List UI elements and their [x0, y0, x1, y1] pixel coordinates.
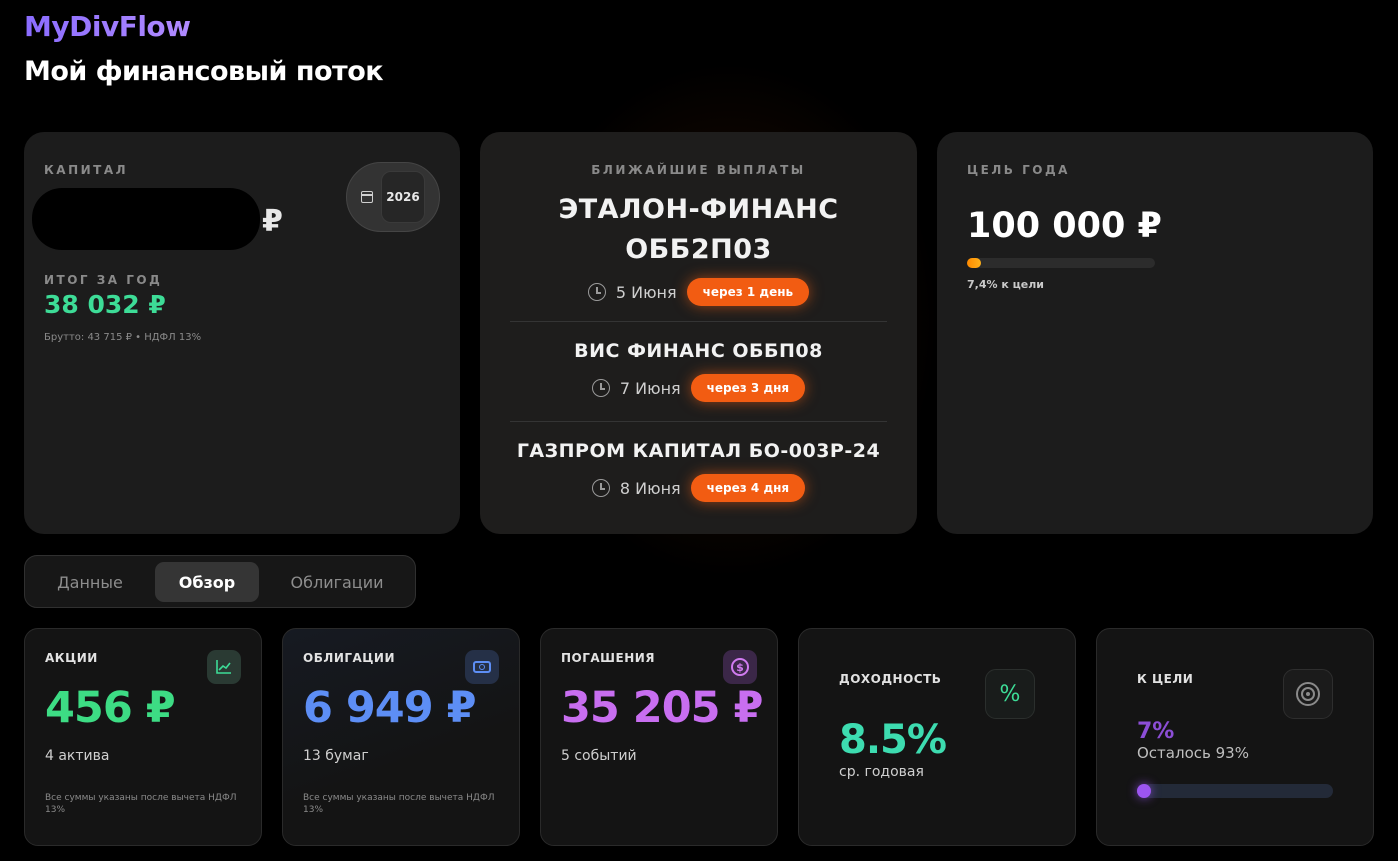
- bonds-card: ОБЛИГАЦИИ 6 949 ₽ 13 бумаг Все суммы ука…: [282, 628, 520, 846]
- to-goal-percent: 7%: [1137, 719, 1175, 744]
- tax-note: Все суммы указаны после вычета НДФЛ 13%: [45, 793, 237, 816]
- payout-divider: [510, 421, 887, 422]
- payout-divider: [510, 321, 887, 322]
- year-summary-note: Брутто: 43 715 ₽ • НДФЛ 13%: [44, 332, 202, 343]
- to-goal-progress-bar: [1137, 784, 1333, 798]
- redemptions-title: ПОГАШЕНИЯ: [561, 651, 656, 665]
- percent-icon: %: [985, 669, 1035, 719]
- stocks-title: АКЦИИ: [45, 651, 98, 665]
- stocks-card: АКЦИИ 456 ₽ 4 актива Все суммы указаны п…: [24, 628, 262, 846]
- redemptions-sub: 5 событий: [561, 748, 637, 764]
- payouts-label: БЛИЖАЙШИЕ ВЫПЛАТЫ: [591, 163, 806, 177]
- year-summary-label: ИТОГ ЗА ГОД: [44, 273, 163, 287]
- page-title: Мой финансовый поток: [24, 56, 384, 87]
- capital-currency: ₽: [262, 204, 283, 239]
- to-goal-progress-fill: [1137, 784, 1151, 798]
- year-value[interactable]: 2026: [381, 171, 425, 223]
- goal-label: ЦЕЛЬ ГОДА: [967, 163, 1070, 177]
- payout-badge: через 4 дня: [690, 474, 806, 502]
- capital-value-redacted: [32, 188, 260, 250]
- capital-label: КАПИТАЛ: [44, 163, 129, 177]
- payout-date: 7 Июня: [619, 378, 681, 398]
- payout-name: ГАЗПРОМ КАПИТАЛ БО-003Р-24: [516, 440, 881, 462]
- capital-card: КАПИТАЛ ₽ 2026 ИТОГ ЗА ГОД 38 032 ₽ Брут…: [24, 132, 460, 534]
- tab-overview[interactable]: Обзор: [155, 562, 259, 602]
- payout-item[interactable]: ГАЗПРОМ КАПИТАЛ БО-003Р-24 8 Июня через …: [510, 440, 887, 502]
- goal-value: 100 000 ₽: [967, 206, 1162, 246]
- payout-name: ВИС ФИНАНС ОББП08: [574, 340, 823, 362]
- redemptions-card: ПОГАШЕНИЯ $ 35 205 ₽ 5 событий: [540, 628, 778, 846]
- yield-card: ДОХОДНОСТЬ % 8.5% ср. годовая: [798, 628, 1076, 846]
- view-tabs: Данные Обзор Облигации: [24, 555, 416, 608]
- target-icon: [1283, 669, 1333, 719]
- year-selector[interactable]: 2026: [346, 162, 440, 232]
- to-goal-card: К ЦЕЛИ 7% Осталось 93%: [1096, 628, 1374, 846]
- goal-progress-bar: [967, 258, 1155, 268]
- goal-progress-fill: [967, 258, 981, 268]
- payout-date: 8 Июня: [619, 478, 681, 498]
- yield-sub: ср. годовая: [839, 764, 924, 780]
- payout-name: ЭТАЛОН-ФИНАНС ОББ2П03: [558, 194, 839, 265]
- payout-item[interactable]: ЭТАЛОН-ФИНАНС ОББ2П03 5 Июня через 1 ден…: [510, 190, 887, 306]
- redemptions-value: 35 205 ₽: [561, 683, 763, 733]
- payout-item[interactable]: ВИС ФИНАНС ОББП08 7 Июня через 3 дня: [510, 340, 887, 402]
- payout-badge: через 3 дня: [690, 374, 806, 402]
- to-goal-title: К ЦЕЛИ: [1137, 672, 1194, 686]
- line-chart-icon: [207, 650, 241, 684]
- to-goal-remaining: Осталось 93%: [1137, 744, 1249, 762]
- calendar-icon: [361, 191, 373, 203]
- brand-logo[interactable]: MyDivFlow: [24, 10, 191, 43]
- year-goal-card: ЦЕЛЬ ГОДА 100 000 ₽ 7,4% к цели: [937, 132, 1373, 534]
- bonds-value: 6 949 ₽: [303, 683, 477, 733]
- upcoming-payouts-card: БЛИЖАЙШИЕ ВЫПЛАТЫ ЭТАЛОН-ФИНАНС ОББ2П03 …: [480, 132, 917, 534]
- clock-icon: [587, 283, 606, 301]
- tax-note: Все суммы указаны после вычета НДФЛ 13%: [303, 793, 495, 816]
- yield-title: ДОХОДНОСТЬ: [839, 672, 942, 686]
- dollar-coin-icon: $: [723, 650, 757, 684]
- tab-bonds[interactable]: Облигации: [273, 562, 401, 602]
- bonds-title: ОБЛИГАЦИИ: [303, 651, 396, 665]
- clock-icon: [591, 379, 610, 397]
- bonds-sub: 13 бумаг: [303, 748, 369, 764]
- tab-data[interactable]: Данные: [35, 562, 145, 602]
- clock-icon: [591, 479, 610, 497]
- goal-progress-text: 7,4% к цели: [967, 278, 1045, 291]
- yield-value: 8.5%: [839, 717, 947, 763]
- year-summary-value: 38 032 ₽: [44, 290, 166, 319]
- banknote-icon: [465, 650, 499, 684]
- payout-date: 5 Июня: [615, 282, 677, 302]
- payout-badge: через 1 день: [686, 278, 810, 306]
- stocks-value: 456 ₽: [45, 683, 176, 733]
- stocks-sub: 4 актива: [45, 748, 110, 764]
